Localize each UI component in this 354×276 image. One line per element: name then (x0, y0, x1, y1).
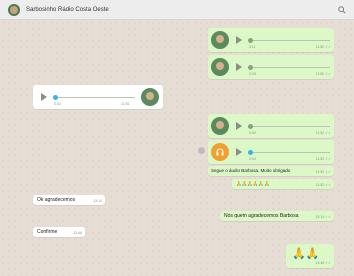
play-icon[interactable] (236, 148, 242, 156)
sender-avatar (211, 58, 229, 76)
message-time: 11:50 ✓✓ (315, 45, 331, 49)
play-icon[interactable] (236, 63, 242, 71)
audio-progress-knob[interactable] (248, 37, 253, 43)
message-text: Confirme (37, 229, 58, 235)
message-time: 11:52 ✓✓ (315, 183, 331, 187)
audio-duration: 0:04 (249, 157, 256, 161)
audio-message: 0:11 11:50 ✓✓ (208, 28, 334, 52)
message-time: 13:46 (73, 231, 82, 235)
audio-progress-track[interactable] (248, 67, 330, 68)
message-time: 13:14 (93, 199, 102, 203)
audio-progress-track[interactable] (248, 40, 330, 41)
message-text: 🙏🙏 (292, 248, 320, 260)
audio-message: 0:32 11:51 (33, 85, 163, 109)
forward-icon[interactable] (198, 147, 205, 154)
sender-avatar (211, 31, 229, 49)
message-text: Nós quem agradecemos Barbosa (224, 213, 299, 219)
play-icon[interactable] (41, 93, 47, 101)
audio-message: 0:04 11:52 ✓✓ (208, 140, 334, 164)
text-message: Nós quem agradecemos Barbosa 13:14 ✓✓ (220, 211, 334, 221)
audio-duration: 0:32 (54, 102, 61, 106)
text-message: 🙏🙏 13:46 ✓✓ (286, 244, 334, 268)
headphones-glyph (216, 148, 224, 156)
play-icon[interactable] (236, 36, 242, 44)
message-text: Segue o áudio Barbosa. Muito obrigado (211, 168, 291, 173)
audio-progress-knob[interactable] (53, 94, 58, 100)
text-message: Ok agradecemos 13:14 (33, 195, 105, 205)
message-time: 11:50 ✓✓ (315, 72, 331, 76)
message-time: 13:14 ✓✓ (315, 215, 331, 219)
audio-message: 0:09 11:52 ✓✓ (208, 114, 334, 138)
conversation-panel[interactable]: 0:11 11:50 ✓✓ 0:08 11:50 ✓✓ 0:32 11:51 0… (0, 20, 354, 276)
audio-duration: 0:11 (249, 45, 256, 49)
message-time: 11:52 ✓✓ (315, 170, 331, 174)
sender-avatar (211, 117, 229, 135)
message-text: Ok agradecemos (37, 197, 76, 203)
audio-progress-knob[interactable] (248, 64, 253, 70)
search-icon[interactable] (338, 6, 346, 14)
play-icon[interactable] (236, 122, 242, 130)
message-text: 🙏🙏🙏🙏🙏🙏 (236, 181, 270, 186)
message-time: 11:51 (121, 102, 130, 106)
headphones-icon (211, 143, 229, 161)
text-message: Segue o áudio Barbosa. Muito obrigado 11… (208, 166, 334, 176)
message-time: 13:46 ✓✓ (315, 261, 331, 265)
sender-avatar (141, 88, 159, 106)
audio-progress-knob[interactable] (248, 123, 253, 129)
audio-progress-knob[interactable] (248, 149, 253, 155)
contact-name[interactable]: Sarbosinho Rádio Costa Oeste (26, 7, 109, 13)
audio-duration: 0:08 (249, 72, 256, 76)
chat-header: Sarbosinho Rádio Costa Oeste (0, 0, 354, 20)
message-time: 11:52 ✓✓ (315, 131, 331, 135)
contact-avatar[interactable] (8, 3, 20, 16)
audio-message: 0:08 11:50 ✓✓ (208, 55, 334, 79)
audio-progress-track[interactable] (248, 152, 330, 153)
audio-progress-track[interactable] (53, 97, 135, 98)
message-time: 11:52 ✓✓ (315, 157, 331, 161)
text-message: 🙏🙏🙏🙏🙏🙏 11:52 ✓✓ (232, 179, 334, 189)
text-message: Confirme 13:46 (33, 227, 85, 237)
audio-progress-track[interactable] (248, 126, 330, 127)
audio-duration: 0:09 (249, 131, 256, 135)
